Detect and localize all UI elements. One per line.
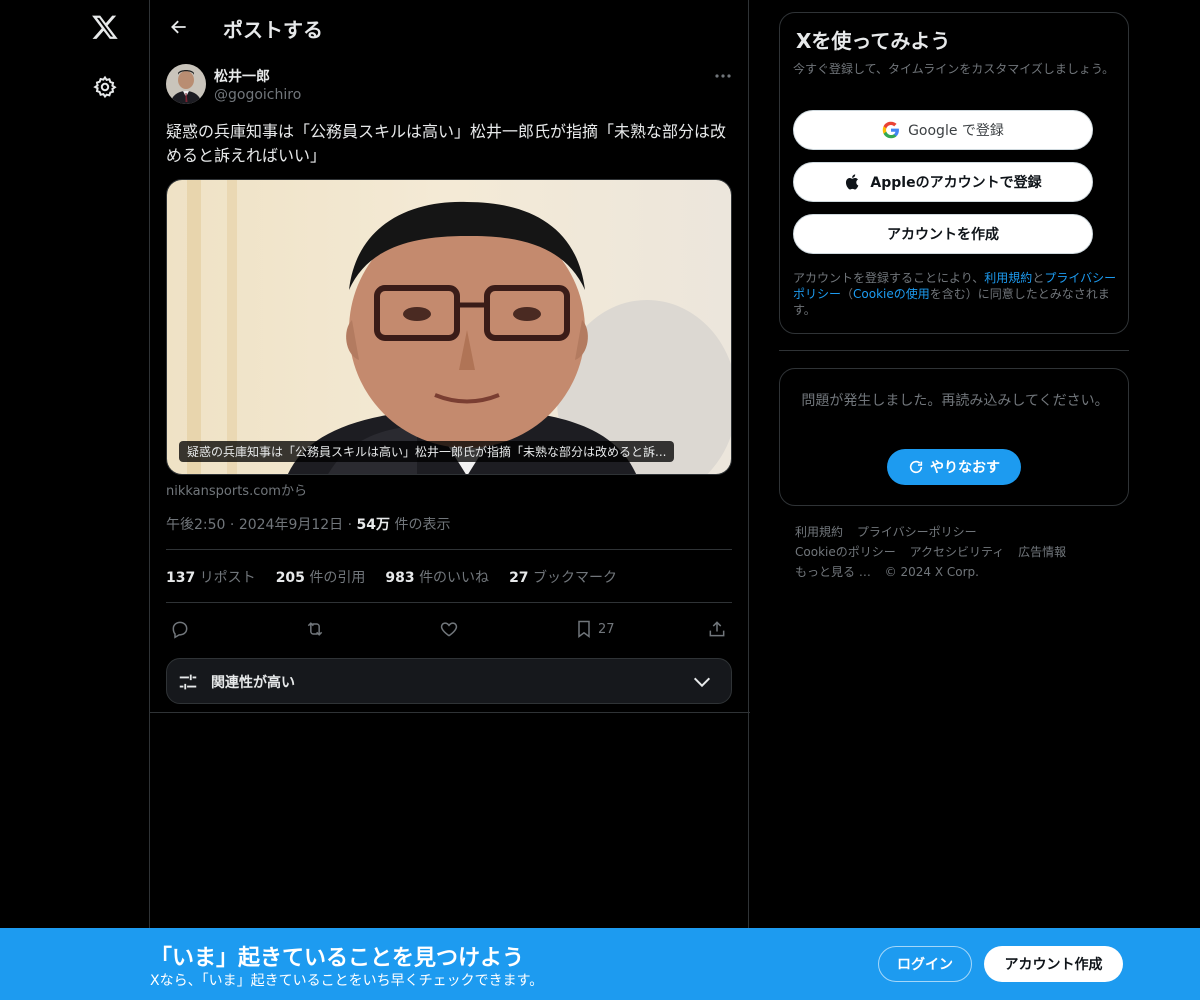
error-message: 問題が発生しました。再読み込みしてください。 (801, 393, 1109, 409)
like-heart-icon[interactable] (439, 614, 459, 644)
share-icon[interactable] (707, 614, 727, 644)
create-account-label: アカウントを作成 (887, 227, 999, 243)
google-icon (882, 121, 900, 139)
back-arrow-icon[interactable] (164, 12, 194, 42)
legal-text: （ (841, 287, 854, 301)
post-meta: 午後2:50 · 2024年9月12日 · 54万 件の表示 (166, 514, 450, 534)
divider (779, 350, 1129, 351)
banner-title: 「いま」起きていることを見つけよう (150, 946, 525, 971)
bookmark-count: 27 (598, 621, 615, 637)
footer-links: 利用規約 プライバシーポリシー Cookieのポリシー アクセシビリティ 広告情… (795, 522, 1115, 582)
left-nav (0, 0, 150, 1000)
create-account-button[interactable]: アカウントを作成 (793, 214, 1093, 254)
apple-signup-button[interactable]: Appleのアカウントで登録 (793, 162, 1093, 202)
author-name[interactable]: 松井一郎 (214, 66, 270, 86)
footer-ads-link[interactable]: 広告情報 (1018, 545, 1066, 559)
post-text: 疑惑の兵庫知事は「公務員スキルは高い」松井一郎氏が指摘「未熟な部分は改めると訴え… (166, 122, 727, 165)
post-header: ポストする (150, 0, 750, 54)
more-options-icon[interactable] (708, 64, 738, 88)
apple-signup-label: Appleのアカウントで登録 (870, 175, 1042, 191)
terms-link[interactable]: 利用規約 (984, 271, 1032, 285)
x-logo-icon[interactable] (90, 12, 120, 42)
link-card-image[interactable]: 疑惑の兵庫知事は「公務員スキルは高い」松井一郎氏が指摘「未熟な部分は改めると訴.… (166, 179, 732, 475)
author-handle[interactable]: @gogoichiro (214, 87, 301, 103)
login-banner: 「いま」起きていることを見つけよう Xなら、「いま」起きていることをいち早くチェ… (0, 928, 1200, 1000)
banner-subtitle: Xなら、「いま」起きていることをいち早くチェックできます。 (150, 973, 544, 989)
legal-text: アカウントを登録することにより、 (793, 271, 985, 285)
signup-title: Xを使ってみよう (796, 29, 951, 53)
link-card-title: 疑惑の兵庫知事は「公務員スキルは高い」松井一郎氏が指摘「未熟な部分は改めると訴.… (179, 441, 675, 462)
views-count: 54万 (356, 517, 391, 533)
article-photo (167, 180, 731, 474)
views-label: 件の表示 (394, 517, 451, 533)
sliders-icon (177, 671, 199, 697)
settings-gear-icon[interactable] (90, 72, 120, 102)
meta-dot: · (229, 517, 239, 533)
google-signup-label: Google で登録 (908, 123, 1004, 139)
reply-sort-dropdown[interactable]: 関連性が高い (166, 658, 732, 704)
action-bar: 27 (166, 614, 732, 644)
error-card: 問題が発生しました。再読み込みしてください。 やりなおす (779, 368, 1129, 506)
footer-terms-link[interactable]: 利用規約 (795, 525, 843, 539)
likes-stat[interactable]: 983 件のいいね (385, 567, 489, 587)
avatar[interactable] (166, 64, 206, 104)
footer-more-link[interactable]: もっと見る … (795, 565, 871, 579)
signup-subtitle: 今すぐ登録して、タイムラインをカスタマイズしましょう。 (793, 62, 1115, 76)
footer-cookie-link[interactable]: Cookieのポリシー (795, 545, 896, 559)
link-source[interactable]: nikkansports.comから (166, 480, 307, 499)
login-button[interactable]: ログイン (878, 946, 972, 982)
post-time[interactable]: 午後2:50 (166, 517, 225, 533)
retry-label: やりなおす (930, 460, 1000, 476)
main-column: ポストする 松井一郎 @gogoichiro 疑惑の兵庫知事は「公務員スキルは高… (149, 0, 750, 1000)
reply-icon[interactable] (170, 614, 190, 644)
divider (166, 549, 732, 550)
signup-card: Xを使ってみよう 今すぐ登録して、タイムラインをカスタマイズしましょう。 Goo… (779, 12, 1129, 334)
footer-accessibility-link[interactable]: アクセシビリティ (910, 545, 1005, 559)
footer-privacy-link[interactable]: プライバシーポリシー (857, 525, 977, 539)
chevron-down-icon (691, 671, 713, 697)
legal-notice: アカウントを登録することにより、利用規約とプライバシーポリシー（Cookieの使… (793, 270, 1123, 318)
quotes-stat[interactable]: 205 件の引用 (276, 567, 366, 587)
divider (166, 602, 732, 603)
bookmarks-stat[interactable]: 27 ブックマーク (509, 567, 617, 587)
cookie-link[interactable]: Cookieの使用 (853, 287, 930, 301)
refresh-icon (909, 460, 923, 474)
bookmark-icon[interactable]: 27 (574, 614, 615, 644)
signup-button[interactable]: アカウント作成 (984, 946, 1123, 982)
reply-sort-label: 関連性が高い (211, 675, 295, 691)
reposts-stat[interactable]: 137 リポスト (166, 567, 256, 587)
repost-icon[interactable] (304, 614, 326, 644)
apple-icon (846, 174, 859, 190)
engagement-stats: 137 リポスト 205 件の引用 983 件のいいね 27 ブックマーク (166, 567, 617, 587)
retry-button[interactable]: やりなおす (887, 449, 1021, 485)
footer-copyright: © 2024 X Corp. (884, 565, 979, 579)
divider (150, 712, 750, 713)
legal-text: と (1032, 271, 1045, 285)
page-title: ポストする (223, 18, 323, 42)
meta-dot: · (347, 517, 357, 533)
post-date[interactable]: 2024年9月12日 (239, 517, 343, 533)
google-signup-button[interactable]: Google で登録 (793, 110, 1093, 150)
